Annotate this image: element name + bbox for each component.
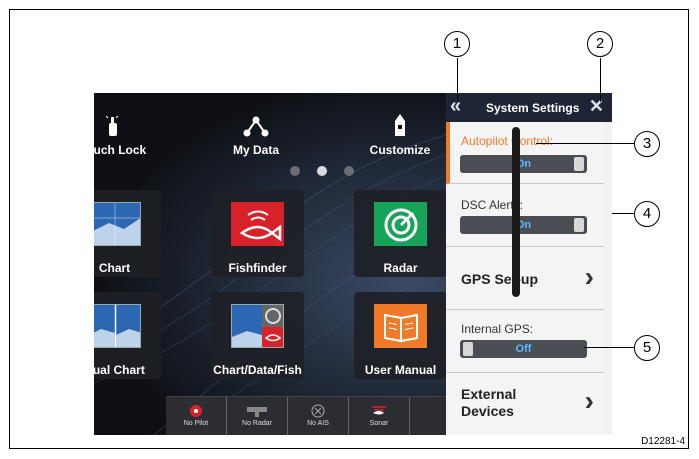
callout-leader-1 bbox=[457, 58, 458, 100]
callout-5: 5 bbox=[634, 335, 660, 361]
panel-scrollbar[interactable] bbox=[512, 127, 520, 297]
status-ais-label: No AIS bbox=[307, 420, 329, 427]
figure-id: D12281-4 bbox=[641, 436, 685, 447]
toggle-knob bbox=[574, 157, 584, 171]
user-manual-label: User Manual bbox=[364, 363, 437, 377]
callout-3: 3 bbox=[634, 131, 660, 157]
chart-label: Chart bbox=[98, 261, 131, 275]
status-sonar[interactable]: Sonar bbox=[349, 397, 410, 435]
chart-app-tile[interactable]: Chart bbox=[94, 190, 161, 277]
panel-title-bar: « System Settings ✕ bbox=[446, 93, 612, 122]
touch-lock-label: Touch Lock bbox=[94, 143, 147, 157]
chart-data-fish-app-tile[interactable]: Chart/Data/Fish bbox=[211, 292, 304, 379]
panel-title: System Settings bbox=[486, 101, 580, 115]
chart-data-fish-label: Chart/Data/Fish bbox=[213, 363, 302, 377]
internal-gps-value: Off bbox=[515, 343, 532, 355]
toggle-knob bbox=[574, 218, 584, 232]
chevron-right-icon: › bbox=[584, 261, 594, 292]
fishfinder-label: Fishfinder bbox=[228, 261, 287, 275]
display-screen: Touch Lock My Data Customize Chart Fishf… bbox=[94, 93, 612, 435]
status-radar[interactable]: No Radar bbox=[227, 397, 288, 435]
system-settings-panel: « System Settings ✕ Autopilot Control: O… bbox=[446, 93, 612, 435]
external-devices-row[interactable]: External Devices › bbox=[446, 373, 604, 435]
internal-gps-toggle[interactable]: Off bbox=[460, 340, 587, 358]
dual-chart-label: Dual Chart bbox=[94, 363, 145, 377]
radar-scanner-icon bbox=[247, 407, 267, 417]
radar-icon bbox=[374, 202, 427, 246]
close-icon[interactable]: ✕ bbox=[589, 96, 604, 117]
customize-button[interactable]: Customize bbox=[345, 111, 455, 157]
external-devices-label: External Devices bbox=[461, 386, 517, 419]
dsc-alerts-row[interactable]: DSC Alerts: On bbox=[446, 184, 604, 247]
status-radar-label: No Radar bbox=[242, 420, 272, 427]
callout-leader-2 bbox=[600, 58, 601, 102]
callout-2: 2 bbox=[587, 31, 613, 57]
page-dot[interactable] bbox=[290, 166, 300, 176]
callout-1: 1 bbox=[444, 31, 470, 57]
autopilot-control-toggle[interactable]: On bbox=[460, 155, 587, 173]
radar-app-tile[interactable]: Radar bbox=[354, 190, 447, 277]
gps-setup-row[interactable]: GPS Set-up › bbox=[446, 247, 604, 310]
internal-gps-label: Internal GPS: bbox=[461, 322, 534, 336]
status-bar: No Pilot No Radar No AIS Sonar bbox=[166, 396, 446, 435]
chevron-right-icon: › bbox=[584, 385, 594, 416]
callout-leader-5 bbox=[584, 347, 634, 348]
page-dot-active[interactable] bbox=[317, 166, 327, 176]
dual-chart-app-tile[interactable]: Dual Chart bbox=[94, 292, 161, 379]
autopilot-control-row[interactable]: Autopilot Control: On bbox=[446, 122, 604, 184]
gps-setup-label: GPS Set-up bbox=[461, 271, 539, 287]
ais-icon bbox=[311, 404, 325, 418]
split-icon bbox=[231, 304, 285, 349]
page-dot[interactable] bbox=[344, 166, 354, 176]
status-ais[interactable]: No AIS bbox=[288, 397, 349, 435]
page-indicator[interactable] bbox=[290, 166, 354, 176]
user-manual-app-tile[interactable]: User Manual bbox=[354, 292, 447, 379]
callout-leader-4 bbox=[612, 213, 634, 214]
internal-gps-row[interactable]: Internal GPS: Off bbox=[446, 310, 604, 373]
status-pilot-label: No Pilot bbox=[183, 420, 209, 427]
touch-lock-button[interactable]: Touch Lock bbox=[94, 111, 168, 157]
fishfinder-app-tile[interactable]: Fishfinder bbox=[211, 190, 304, 277]
home-screen: Touch Lock My Data Customize Chart Fishf… bbox=[94, 93, 447, 435]
chart-icon bbox=[94, 202, 142, 247]
callout-leader-3 bbox=[536, 143, 634, 144]
dual-chart-icon bbox=[94, 304, 142, 349]
nodes-icon bbox=[243, 116, 269, 137]
radar-label: Radar bbox=[383, 261, 418, 275]
customize-label: Customize bbox=[369, 143, 431, 157]
status-sonar-label: Sonar bbox=[369, 420, 389, 427]
hand-touch-icon bbox=[105, 115, 119, 136]
vessel-icon bbox=[395, 114, 405, 136]
fish-icon bbox=[231, 202, 284, 246]
pilot-icon bbox=[190, 405, 202, 417]
sonar-icon bbox=[372, 406, 386, 415]
book-icon bbox=[374, 304, 427, 348]
callout-4: 4 bbox=[634, 201, 660, 227]
my-data-label: My Data bbox=[232, 143, 279, 157]
status-pilot[interactable]: No Pilot bbox=[166, 397, 227, 435]
autopilot-control-label: Autopilot Control: bbox=[461, 134, 554, 148]
toggle-knob bbox=[463, 342, 473, 356]
back-chevron-icon[interactable]: « bbox=[450, 95, 461, 118]
my-data-button[interactable]: My Data bbox=[201, 111, 311, 157]
dsc-alerts-toggle[interactable]: On bbox=[460, 216, 587, 234]
